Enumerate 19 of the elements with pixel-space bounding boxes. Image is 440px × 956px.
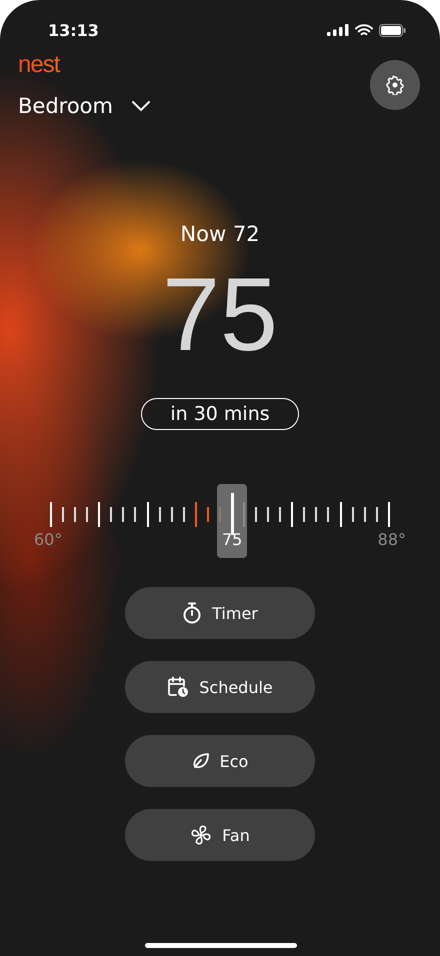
settings-button[interactable] <box>370 60 420 110</box>
fan-button[interactable]: Fan <box>125 809 315 861</box>
current-temperature: Now 72 <box>180 222 260 246</box>
fan-icon <box>190 824 212 846</box>
signal-icon <box>327 24 349 36</box>
stopwatch-icon <box>182 602 202 624</box>
settings-icon <box>385 75 405 95</box>
timer-button[interactable]: Timer <box>125 587 315 639</box>
leaf-icon <box>192 752 210 770</box>
wifi-icon <box>355 24 373 36</box>
status-time: 13:13 <box>48 20 99 40</box>
eta-pill: in 30 mins <box>141 398 299 430</box>
chevron-down-icon <box>130 100 151 112</box>
calendar-clock-icon <box>167 676 190 698</box>
battery-icon <box>379 24 406 36</box>
eco-button[interactable]: Eco <box>125 735 315 787</box>
target-temperature: 75 <box>162 260 278 370</box>
schedule-button[interactable]: Schedule <box>125 661 315 713</box>
room-dropdown[interactable]: Bedroom <box>18 94 151 118</box>
